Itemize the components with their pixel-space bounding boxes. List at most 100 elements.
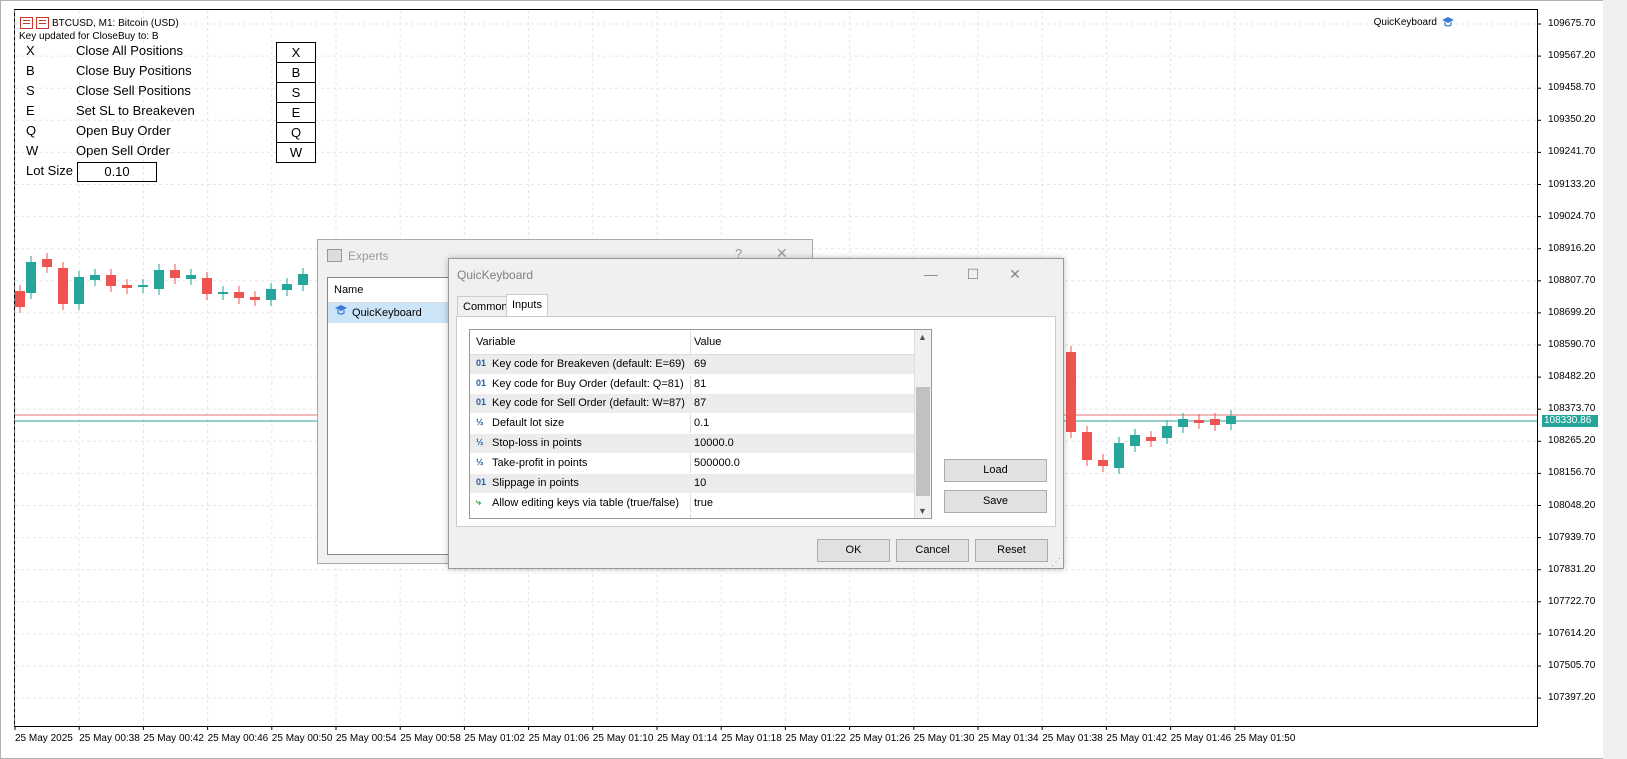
time-axis-label: 25 May 01:46 — [1170, 733, 1232, 744]
table-row[interactable]: 01 Slippage in points 10 — [470, 474, 915, 494]
row-variable: Take-profit in points — [492, 457, 588, 469]
table-row[interactable]: ⤷ Allow editing keys via table (true/fal… — [470, 494, 915, 514]
integer-type-icon: 01 — [476, 477, 487, 487]
candle-body — [26, 262, 36, 293]
price-axis-label: 109350.20 — [1548, 114, 1596, 126]
close-all-button[interactable]: X — [276, 42, 316, 63]
table-row[interactable]: ½ Default lot size 0.1 — [470, 414, 915, 434]
time-axis-label: 25 May 01:30 — [913, 733, 975, 744]
candle-body — [298, 274, 308, 285]
row-value[interactable]: true — [694, 497, 713, 509]
scroll-up-icon[interactable]: ▲ — [918, 332, 927, 342]
window-side-strip — [1603, 0, 1627, 759]
time-axis-label: 25 May 01:18 — [721, 733, 782, 744]
table-row[interactable]: ½ Take-profit in points 500000.0 — [470, 454, 915, 474]
close-icon[interactable]: ✕ — [999, 262, 1031, 286]
time-axis-label: 25 May 01:26 — [849, 733, 911, 744]
lot-size-label: Lot Size — [26, 163, 73, 178]
row-variable: Default lot size — [492, 417, 565, 429]
hotkey-desc: Close Buy Positions — [76, 63, 192, 78]
close-sell-button[interactable]: S — [276, 82, 316, 103]
hotkey-key: B — [26, 63, 35, 78]
open-buy-button[interactable]: Q — [276, 122, 316, 143]
candle-body — [1082, 432, 1092, 460]
table-row[interactable]: 01 Key code for Buy Order (default: Q=81… — [470, 375, 915, 395]
time-axis-label: 25 May 01:02 — [464, 733, 525, 744]
boolean-type-icon: ⤷ — [476, 497, 482, 507]
row-value[interactable]: 10 — [694, 477, 706, 489]
row-value[interactable]: 500000.0 — [694, 457, 740, 469]
reset-button[interactable]: Reset — [975, 539, 1048, 562]
load-button[interactable]: Load — [944, 459, 1047, 482]
hotkey-key: S — [26, 83, 35, 98]
hotkey-desc: Close All Positions — [76, 43, 183, 58]
table-header: Variable Value — [470, 330, 915, 355]
row-value[interactable]: 81 — [694, 378, 706, 390]
indicator-label[interactable]: QuicKeyboard — [1374, 16, 1455, 28]
candle-body — [74, 277, 84, 304]
price-axis-label: 107722.70 — [1548, 595, 1596, 607]
experts-list[interactable]: Name QuicKeyboard — [327, 277, 460, 555]
hotkey-key: W — [26, 143, 39, 158]
price-axis-label: 109567.20 — [1548, 50, 1596, 62]
scroll-down-icon[interactable]: ▼ — [918, 506, 927, 516]
time-axis-label: 25 May 2025 — [15, 733, 73, 744]
chart-menu-icon[interactable] — [20, 17, 33, 29]
current-price-tag: 108330.86 — [1542, 415, 1598, 427]
chart-symbol-icon[interactable] — [36, 17, 49, 29]
hotkey-key: Q — [26, 123, 37, 138]
price-axis-label: 108699.20 — [1548, 306, 1596, 318]
chart-symbol-title: BTCUSD, M1: Bitcoin (USD) — [52, 17, 179, 29]
list-item-label: QuicKeyboard — [352, 307, 422, 319]
save-button[interactable]: Save — [944, 490, 1047, 513]
maximize-icon[interactable]: ☐ — [957, 262, 989, 286]
ok-button[interactable]: OK — [817, 539, 890, 562]
integer-type-icon: 01 — [476, 378, 487, 388]
table-row[interactable]: 01 Key code for Breakeven (default: E=69… — [470, 355, 915, 375]
row-variable: Key code for Buy Order (default: Q=81) — [492, 378, 684, 390]
row-value[interactable]: 87 — [694, 397, 706, 409]
time-axis-label: 25 May 00:46 — [207, 733, 269, 744]
minimize-icon[interactable]: — — [915, 262, 947, 286]
candle-body — [186, 275, 196, 279]
breakeven-button[interactable]: E — [276, 102, 316, 123]
scrollbar-thumb[interactable] — [916, 387, 930, 496]
key-update-notice: Key updated for CloseBuy to: B — [19, 31, 159, 42]
column-header-value[interactable]: Value — [694, 336, 721, 348]
table-row[interactable]: 01 Key code for Sell Order (default: W=8… — [470, 394, 915, 414]
price-axis-label: 108156.70 — [1548, 467, 1596, 479]
time-axis-label: 25 May 00:38 — [79, 733, 140, 744]
quickeyboard-dialog[interactable]: QuicKeyboard — ☐ ✕ Common Inputs Variabl… — [448, 258, 1064, 569]
price-axis-label: 109133.20 — [1548, 178, 1596, 190]
candle-body — [170, 270, 180, 278]
candle-body — [250, 297, 260, 300]
list-header-name[interactable]: Name — [328, 278, 459, 303]
time-axis-label: 25 May 01:38 — [1042, 733, 1103, 744]
close-buy-button[interactable]: B — [276, 62, 316, 83]
row-variable: Allow editing keys via table (true/false… — [492, 497, 680, 509]
inputs-table[interactable]: Variable Value 01 Key code for Breakeven… — [469, 329, 932, 519]
price-axis-label: 107397.20 — [1548, 692, 1596, 704]
column-header-variable[interactable]: Variable — [476, 336, 516, 348]
lot-size-input[interactable]: 0.10 — [77, 162, 157, 182]
resize-grip-icon[interactable]: ⋰ — [1051, 557, 1061, 568]
open-sell-button[interactable]: W — [276, 142, 316, 163]
candle-body — [42, 259, 52, 267]
list-item[interactable]: QuicKeyboard — [328, 303, 459, 323]
candle-body — [1114, 443, 1124, 468]
integer-type-icon: 01 — [476, 397, 487, 407]
table-scrollbar[interactable]: ▲ ▼ — [914, 330, 931, 518]
row-value[interactable]: 0.1 — [694, 417, 709, 429]
candle-body — [1066, 352, 1076, 432]
price-axis-label: 108373.70 — [1548, 403, 1596, 415]
row-value[interactable]: 69 — [694, 358, 706, 370]
price-axis-label: 109458.70 — [1548, 82, 1596, 94]
time-axis-label: 25 May 01:10 — [592, 733, 654, 744]
row-value[interactable]: 10000.0 — [694, 437, 734, 449]
row-variable: Key code for Breakeven (default: E=69) — [492, 358, 685, 370]
dialog-title: QuicKeyboard — [457, 268, 534, 282]
table-row[interactable]: ½ Stop-loss in points 10000.0 — [470, 434, 915, 454]
cancel-button[interactable]: Cancel — [896, 539, 969, 562]
candle-body — [266, 289, 276, 300]
price-axis-label: 107505.70 — [1548, 660, 1596, 671]
